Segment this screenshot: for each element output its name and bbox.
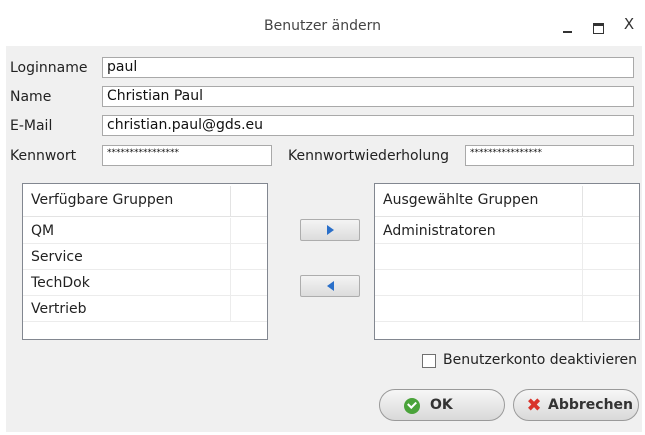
close-icon[interactable]: X [620, 15, 638, 35]
deactivate-label[interactable]: Benutzerkonto deaktivieren [443, 352, 637, 368]
email-field[interactable]: christian.paul@gds.eu [102, 115, 634, 136]
available-groups-header-label: Verfügbare Gruppen [31, 192, 174, 208]
column-divider [230, 218, 231, 244]
list-item[interactable]: Administratoren [375, 218, 639, 244]
minimize-icon[interactable] [560, 18, 576, 34]
column-divider [582, 296, 583, 322]
column-divider [230, 270, 231, 296]
list-item-label: Service [31, 249, 83, 265]
dialog-content: Loginname paul Name Christian Paul E-Mai… [6, 46, 642, 432]
password-repeat-label: Kennwortwiederholung [288, 148, 450, 164]
column-divider [582, 244, 583, 270]
password-repeat-field[interactable]: **************** [465, 145, 634, 166]
list-row-empty [375, 270, 639, 296]
list-item-label: Vertrieb [31, 301, 87, 317]
arrow-right-icon [327, 225, 334, 235]
password-label: Kennwort [10, 148, 77, 164]
ok-button[interactable]: OK [379, 389, 505, 421]
selected-groups-header-label: Ausgewählte Gruppen [383, 192, 539, 208]
maximize-icon[interactable] [590, 18, 606, 34]
list-item-label: Administratoren [383, 223, 496, 239]
list-item[interactable]: Service [23, 244, 267, 270]
column-divider [582, 218, 583, 244]
x-icon: ✖ [526, 395, 542, 416]
list-item-label: TechDok [31, 275, 90, 291]
column-divider [582, 270, 583, 296]
list-item-label: QM [31, 223, 55, 239]
password-field[interactable]: **************** [102, 145, 272, 166]
window-title: Benutzer ändern [264, 18, 381, 34]
name-field[interactable]: Christian Paul [102, 86, 634, 107]
column-divider [230, 186, 231, 216]
title-bar: Benutzer ändern X [0, 0, 645, 46]
available-groups-header[interactable]: Verfügbare Gruppen [23, 184, 267, 217]
name-label: Name [10, 89, 52, 105]
deactivate-checkbox[interactable] [422, 354, 436, 368]
column-divider [230, 244, 231, 270]
add-group-button[interactable] [300, 219, 360, 241]
column-divider [230, 296, 231, 322]
ok-button-label: OK [430, 397, 453, 413]
cancel-button-label: Abbrechen [548, 397, 634, 413]
list-row-empty [375, 296, 639, 322]
login-field[interactable]: paul [102, 57, 634, 78]
selected-groups-list[interactable]: Ausgewählte Gruppen Administratoren [374, 183, 640, 340]
available-groups-list[interactable]: Verfügbare Gruppen QM Service TechDok Ve… [22, 183, 268, 340]
list-item[interactable]: QM [23, 218, 267, 244]
email-label: E-Mail [10, 118, 53, 134]
list-row-empty [375, 244, 639, 270]
list-item[interactable]: TechDok [23, 270, 267, 296]
remove-group-button[interactable] [300, 275, 360, 297]
column-divider [582, 186, 583, 216]
list-item[interactable]: Vertrieb [23, 296, 267, 322]
check-circle-icon [404, 398, 420, 414]
arrow-left-icon [327, 281, 334, 291]
selected-groups-header[interactable]: Ausgewählte Gruppen [375, 184, 639, 217]
cancel-button[interactable]: ✖ Abbrechen [513, 389, 639, 421]
login-label: Loginname [10, 60, 88, 76]
